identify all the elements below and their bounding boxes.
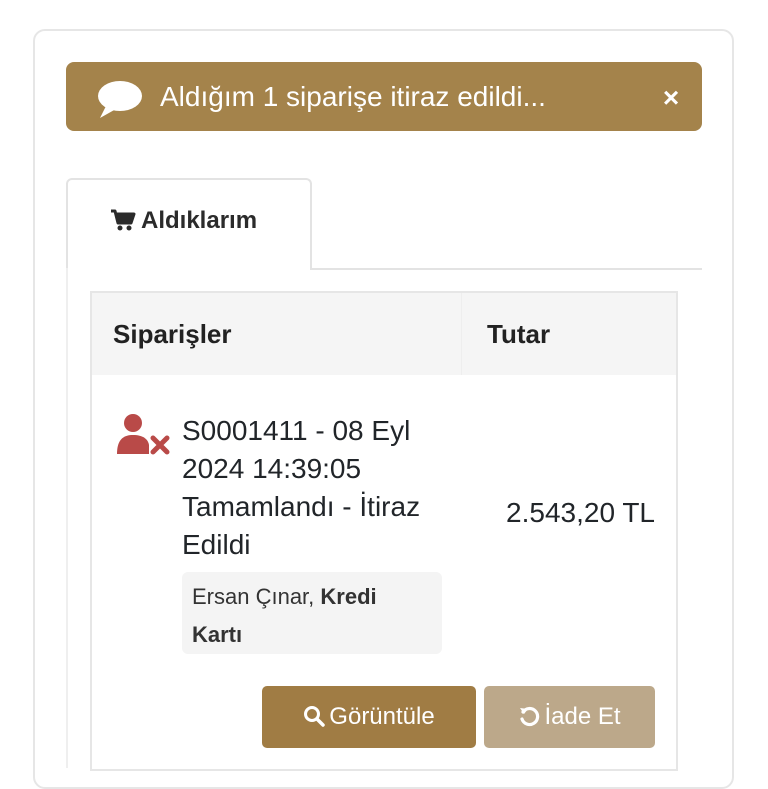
tab-divider — [310, 268, 702, 270]
order-amount: 2.543,20 TL — [506, 497, 655, 528]
return-button[interactable]: İade Et — [484, 686, 655, 748]
alert-message: Aldığım 1 siparişe itiraz edildi... — [160, 81, 546, 112]
alert-close-button[interactable]: × — [655, 82, 687, 114]
column-header-orders: Siparişler — [113, 319, 232, 349]
tab-label: Aldıklarım — [141, 207, 258, 234]
header-divider — [461, 293, 462, 375]
view-button-label: Görüntüle — [329, 703, 435, 730]
search-icon — [304, 705, 326, 727]
shopping-cart-icon — [111, 209, 136, 231]
order-title[interactable]: S0001411 - 08 Eyl 2024 14:39:05 Tamamlan… — [182, 412, 452, 564]
column-header-amount: Tutar — [487, 319, 551, 349]
comment-icon — [98, 81, 142, 118]
return-button-label: İade Et — [544, 703, 621, 730]
view-button[interactable]: Görüntüle — [262, 686, 476, 748]
tab-panel-border — [66, 268, 68, 768]
order-meta: Ersan Çınar, Kredi Kartı — [182, 572, 442, 654]
buyer-name: Ersan Çınar, — [192, 584, 315, 609]
undo-icon — [520, 706, 540, 726]
user-times-icon — [117, 414, 170, 455]
